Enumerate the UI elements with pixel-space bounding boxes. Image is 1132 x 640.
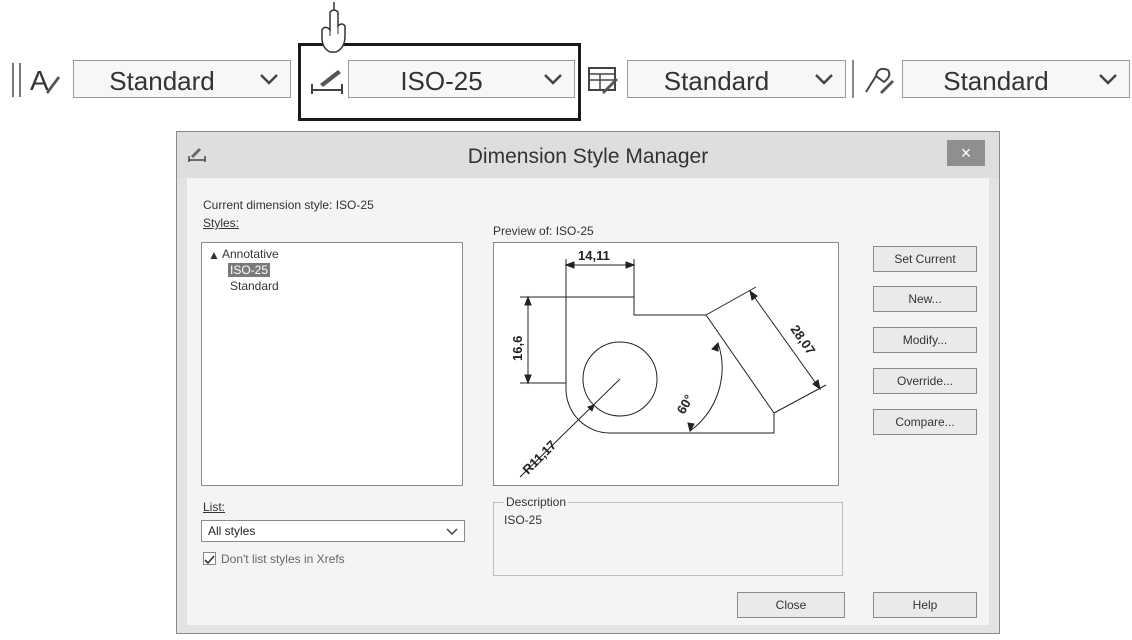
dialog-titlebar[interactable]: Dimension Style Manager × [177,132,999,178]
compare-button[interactable]: Compare... [873,409,977,435]
dim-left-text: 16,6 [510,336,525,361]
new-button[interactable]: New... [873,286,977,312]
multileader-style-combo[interactable]: Standard [902,60,1130,98]
description-group: Description ISO-25 [493,495,843,576]
close-icon[interactable]: × [947,140,985,166]
checkmark-icon [204,555,215,565]
dim-angle-text: 60° [674,392,697,417]
dim-radius-text: R11,17 [520,437,560,477]
list-item[interactable]: Standard [230,279,279,293]
list-filter-value: All styles [208,524,256,538]
text-style-icon[interactable]: A [28,62,62,98]
chevron-down-icon [446,528,458,536]
chevron-down-icon [815,74,833,85]
svg-text:A: A [30,65,49,96]
multileader-style-value: Standard [943,66,1049,96]
text-style-value: Standard [109,66,215,96]
list-filter-select[interactable]: All styles [201,520,465,542]
text-style-combo[interactable]: Standard [73,60,291,98]
chevron-down-icon [260,74,278,85]
set-current-button[interactable]: Set Current [873,246,977,272]
dim-top-text: 14,11 [578,248,610,263]
table-style-combo[interactable]: Standard [627,60,846,98]
styles-list[interactable]: ▲ Annotative ISO-25 Standard [201,242,463,486]
annotative-icon: ▲ [208,248,220,262]
dimension-style-manager-dialog: Dimension Style Manager × Current dimens… [176,131,1000,634]
style-preview: 14,11 16,6 60° 28,07 R11,17 [493,242,839,486]
preview-label: Preview of: ISO-25 [493,224,594,238]
preview-drawing: 14,11 16,6 60° 28,07 R11,17 [510,248,827,478]
table-style-icon[interactable] [586,62,620,98]
toolbar-separator [852,60,854,98]
list-item-selected[interactable]: ISO-25 [228,263,271,277]
table-style-value: Standard [663,66,770,96]
xrefs-label: Don't list styles in Xrefs [221,552,345,566]
description-value: ISO-25 [504,513,543,527]
override-button[interactable]: Override... [873,368,977,394]
help-button[interactable]: Help [873,592,977,618]
hand-pointer-icon [318,2,352,58]
list-label: List: [203,500,226,514]
dim-slant-text: 28,07 [788,322,819,357]
close-button[interactable]: Close [737,592,845,618]
styles-label: Styles: [203,216,240,230]
current-style-label: Current dimension style: ISO-25 [203,198,374,212]
list-item[interactable]: Annotative [222,247,279,261]
description-label: Description [504,495,569,509]
dialog-title: Dimension Style Manager [467,145,709,168]
toolbar-grip[interactable] [12,63,21,97]
xrefs-checkbox[interactable] [203,552,216,565]
dialog-body: Current dimension style: ISO-25 Styles: … [187,178,989,625]
multileader-style-icon[interactable] [862,62,896,98]
modify-button[interactable]: Modify... [873,327,977,353]
chevron-down-icon [1099,74,1117,85]
